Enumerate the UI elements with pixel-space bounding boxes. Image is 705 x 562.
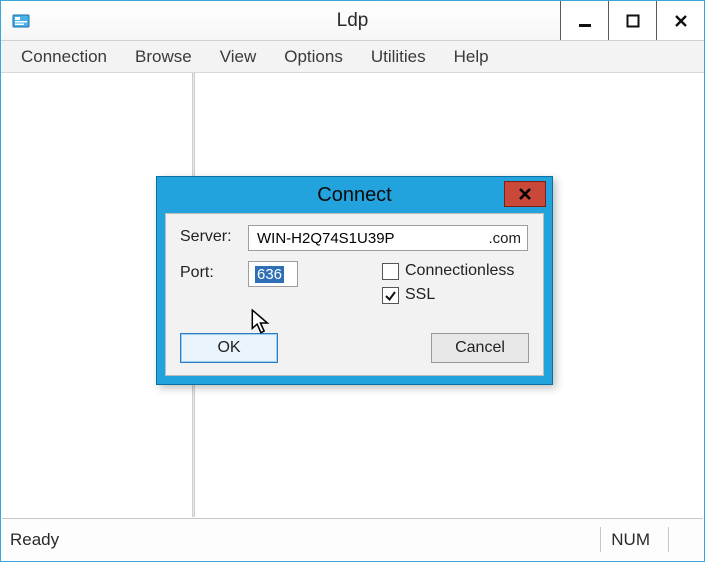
- maximize-button[interactable]: [608, 1, 656, 40]
- ssl-label: SSL: [405, 286, 435, 304]
- menu-utilities[interactable]: Utilities: [357, 43, 440, 71]
- check-icon: [384, 289, 397, 302]
- server-label: Server:: [180, 228, 232, 246]
- status-num: NUM: [611, 530, 658, 550]
- connectionless-row: Connectionless: [382, 262, 514, 280]
- dialog-title: Connect: [157, 184, 552, 207]
- server-input[interactable]: [255, 229, 482, 248]
- menu-options[interactable]: Options: [270, 43, 357, 71]
- menu-help[interactable]: Help: [440, 43, 503, 71]
- window-controls: [560, 1, 704, 40]
- menubar: Connection Browse View Options Utilities…: [1, 41, 704, 73]
- close-button[interactable]: [656, 1, 704, 40]
- server-input-wrapper: .com: [248, 225, 528, 251]
- ok-button-label: OK: [217, 339, 240, 357]
- ok-button[interactable]: OK: [180, 333, 278, 363]
- connect-dialog: Connect Server: .com Port: 636 Connectio…: [156, 176, 553, 385]
- dialog-close-button[interactable]: [504, 181, 546, 207]
- menu-browse[interactable]: Browse: [121, 43, 206, 71]
- connectionless-label: Connectionless: [405, 262, 514, 280]
- app-icon: [11, 11, 31, 31]
- statusbar: Ready NUM: [2, 518, 703, 560]
- port-label: Port:: [180, 264, 214, 282]
- menu-view[interactable]: View: [206, 43, 271, 71]
- dialog-titlebar[interactable]: Connect: [157, 177, 552, 213]
- ssl-row: SSL: [382, 286, 435, 304]
- status-separator: [668, 527, 669, 552]
- minimize-button[interactable]: [560, 1, 608, 40]
- main-window: Ldp Connection Browse View Options Utili…: [0, 0, 705, 562]
- status-text: Ready: [2, 530, 590, 550]
- cancel-button-label: Cancel: [455, 339, 505, 357]
- menu-connection[interactable]: Connection: [7, 43, 121, 71]
- close-icon: [518, 187, 532, 201]
- port-input-wrapper: 636: [248, 261, 298, 287]
- port-input[interactable]: 636: [255, 266, 284, 283]
- titlebar: Ldp: [1, 1, 704, 41]
- cancel-button[interactable]: Cancel: [431, 333, 529, 363]
- server-suffix: .com: [482, 230, 521, 247]
- connectionless-checkbox[interactable]: [382, 263, 399, 280]
- dialog-body: Server: .com Port: 636 Connectionless SS: [165, 213, 544, 376]
- ssl-checkbox[interactable]: [382, 287, 399, 304]
- status-separator: [600, 527, 601, 552]
